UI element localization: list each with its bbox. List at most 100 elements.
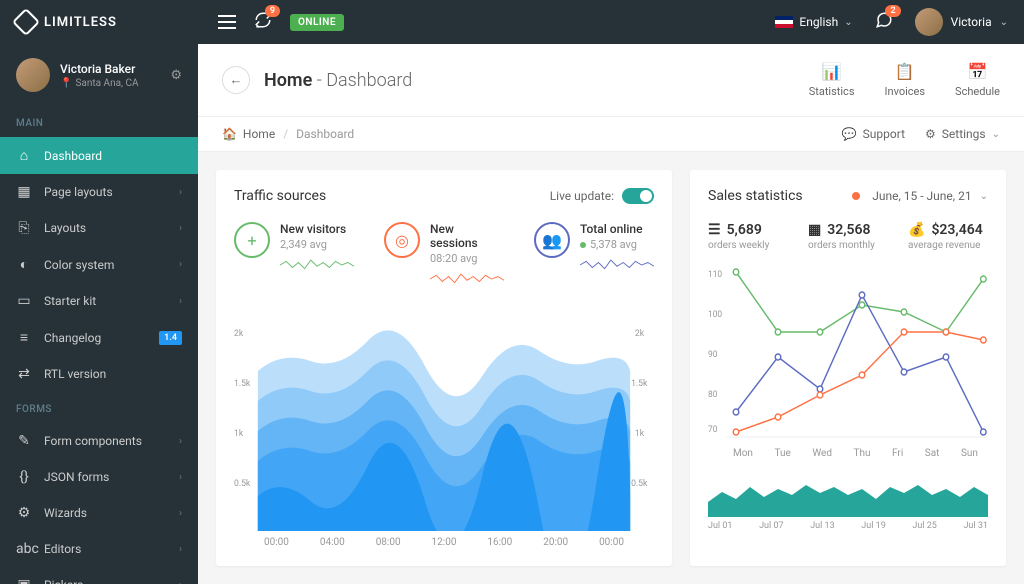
sidebar-item-page-layouts[interactable]: ▦Page layouts› [0,174,198,210]
sidebar-item-pickers[interactable]: ▣Pickers› [0,567,198,584]
metric-icon: 👥 [534,222,570,258]
support-icon: 💬 [842,127,857,141]
sales-mini-area [708,477,988,517]
avatar [16,58,50,92]
sales-stat-0: ☰5,689orders weekly [708,222,788,251]
page-action-schedule[interactable]: 📅Schedule [955,62,1000,98]
nav-icon: ▦ [16,184,32,200]
sidebar-item-layouts[interactable]: ⎘Layouts› [0,210,198,246]
nav-icon: ≡ [16,329,32,346]
topbar-left: 9 ONLINE [218,11,344,33]
action-icon: 📊 [809,62,855,81]
svg-text:1.5k: 1.5k [631,379,648,389]
stat-icon: ☰ [708,222,721,238]
breadcrumb-current: Dashboard [296,127,354,141]
breadcrumb-bar: 🏠 Home / Dashboard 💬Support ⚙Settings⌄ [198,117,1024,152]
sidebar-item-starter-kit[interactable]: ▭Starter kit› [0,283,198,319]
action-icon: 📋 [885,62,926,81]
svg-text:100: 100 [708,310,722,320]
sidebar-item-rtl-version[interactable]: ⇄RTL version [0,356,198,392]
sales-stat-2: 💰$23,464average revenue [908,222,988,251]
sidebar-item-editors[interactable]: abcEditors› [0,531,198,567]
sales-line-chart: 110 100 90 80 70 [708,267,988,442]
language-label: English [799,15,838,29]
svg-text:1k: 1k [635,429,645,439]
traffic-metric-1: ◎New sessions08:20 avg [384,222,504,305]
flag-icon [775,16,793,28]
action-icon: 📅 [955,62,1000,81]
sidebar-item-color-system[interactable]: ◐Color system› [0,246,198,283]
svg-text:2k: 2k [635,329,645,339]
sidebar-user-name: Victoria Baker [60,62,160,76]
nav-icon: ✎ [16,433,32,449]
chat-button[interactable]: 2 [875,11,893,33]
sidebar-item-wizards[interactable]: ⚙Wizards› [0,495,198,531]
page-action-invoices[interactable]: 📋Invoices [885,62,926,98]
sales-x-axis: MonTueWedThuFriSatSun [708,448,988,459]
nav-header-forms: FORMS [0,392,198,423]
sidebar-user-box: Victoria Baker 📍Santa Ana, CA ⚙ [0,44,198,106]
notif-badge: 9 [265,5,280,17]
date-range-picker[interactable]: June, 15 - June, 21 ⌄ [852,189,988,203]
sales-statistics-card: Sales statistics June, 15 - June, 21 ⌄ ☰… [690,170,1006,566]
topbar: LIMITLESS 9 ONLINE English ⌄ 2 Victoria … [0,0,1024,44]
page-title: Home - Dashboard [264,70,412,91]
sidebar-item-changelog[interactable]: ≡Changelog1.4 [0,319,198,356]
user-name-top: Victoria [951,15,992,29]
nav-icon: ⎘ [16,220,32,236]
gear-icon[interactable]: ⚙ [170,68,182,83]
settings-dropdown[interactable]: ⚙Settings⌄ [925,127,1000,141]
svg-text:0.5k: 0.5k [631,479,648,489]
svg-text:70: 70 [708,425,718,435]
nav-icon: ⇄ [16,366,32,382]
sidebar-item-dashboard[interactable]: ⌂Dashboard [0,137,198,174]
nav-icon: ▣ [16,577,32,584]
sales-title: Sales statistics [708,188,803,204]
svg-text:2k: 2k [234,329,244,339]
traffic-sources-card: Traffic sources Live update: +New visito… [216,170,672,566]
home-icon: 🏠 [222,127,237,141]
brand-text: LIMITLESS [44,15,117,30]
traffic-area-chart: 2k2k 1.5k1.5k 1k1k 0.5k0.5k [234,321,654,531]
support-link[interactable]: 💬Support [842,127,905,141]
nav-icon: ⚙ [16,505,32,521]
sync-button[interactable]: 9 [254,11,272,33]
svg-text:0.5k: 0.5k [234,479,251,489]
sales-mini-x-axis: Jul 01Jul 07Jul 13Jul 19Jul 25Jul 31 [708,521,988,531]
brand-logo[interactable]: LIMITLESS [16,12,198,32]
menu-toggle-icon[interactable] [218,15,236,29]
sidebar-item-json-forms[interactable]: {}JSON forms› [0,459,198,495]
nav-icon: ◐ [16,256,32,273]
logo-icon [12,8,40,36]
live-update-label: Live update: [550,189,614,203]
traffic-metric-2: 👥Total online5,378 avg [534,222,654,305]
avatar [915,8,943,36]
sidebar-item-form-components[interactable]: ✎Form components› [0,423,198,459]
back-button[interactable]: ← [222,66,250,94]
page-header: ← Home - Dashboard 📊Statistics 📋Invoices 📅… [198,44,1024,117]
sales-stat-1: ▦32,568orders monthly [808,222,888,251]
chat-badge: 2 [885,5,900,17]
chevron-down-icon: ⌄ [1000,17,1008,28]
nav-header-main: MAIN [0,106,198,137]
nav-icon: {} [16,469,32,485]
user-menu[interactable]: Victoria ⌄ [915,8,1008,36]
svg-text:80: 80 [708,390,718,400]
live-update-toggle[interactable] [622,188,654,204]
chevron-down-icon: ⌄ [844,17,852,28]
svg-text:1.5k: 1.5k [234,379,251,389]
sidebar: Victoria Baker 📍Santa Ana, CA ⚙ MAIN ⌂Da… [0,44,198,584]
nav-icon: ▭ [16,293,32,309]
nav-icon: ⌂ [16,147,32,164]
nav-icon: abc [16,541,32,557]
traffic-x-axis: 00:0004:0008:0012:0016:0020:0000:00 [234,537,654,548]
page-action-statistics[interactable]: 📊Statistics [809,62,855,98]
language-selector[interactable]: English ⌄ [775,15,852,29]
topbar-right: English ⌄ 2 Victoria ⌄ [775,8,1008,36]
main-content: ← Home - Dashboard 📊Statistics 📋Invoices 📅… [198,44,1024,584]
sidebar-user-location: 📍Santa Ana, CA [60,78,160,89]
breadcrumb-home[interactable]: Home [243,127,275,141]
svg-text:90: 90 [708,350,718,360]
gear-icon: ⚙ [925,127,936,141]
stat-icon: ▦ [808,222,821,238]
